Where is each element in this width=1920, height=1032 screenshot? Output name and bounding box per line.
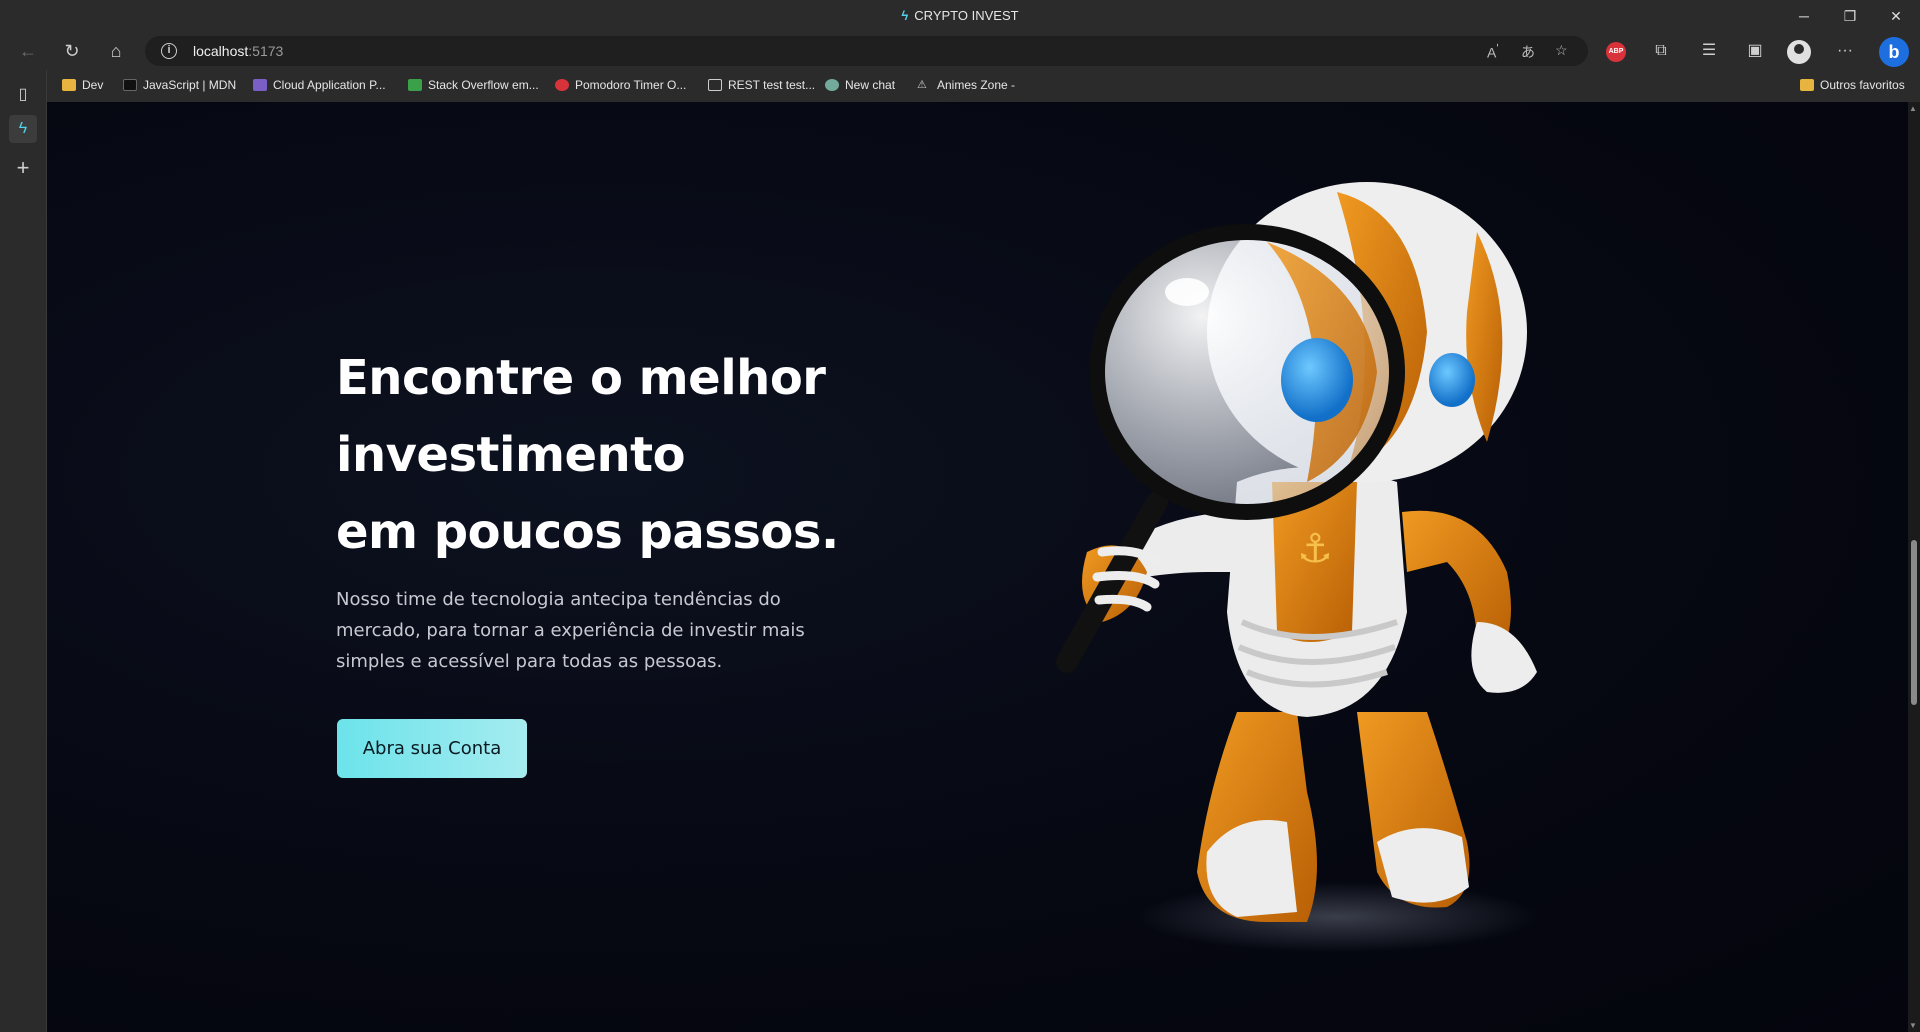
pomodoro-icon bbox=[555, 79, 569, 91]
bing-copilot-icon[interactable]: b bbox=[1879, 37, 1909, 67]
robot-magnifier-illustration: ⚓ bbox=[1056, 182, 1537, 952]
app-favicon-icon: ϟ bbox=[901, 8, 909, 23]
bookmark-dev[interactable]: Dev bbox=[62, 78, 103, 92]
bookmark-heroku[interactable]: Cloud Application P... bbox=[253, 78, 386, 92]
collections-icon[interactable]: ▣ bbox=[1741, 38, 1769, 64]
bookmarks-bar: Dev JavaScript | MDN Cloud Application P… bbox=[55, 70, 1920, 102]
window-titlebar: ϟ CRYPTO INVEST ─ ❐ ✕ bbox=[0, 0, 1920, 32]
scroll-down-icon[interactable]: ▼ bbox=[1909, 1021, 1917, 1030]
url-text[interactable]: localhost:5173 bbox=[193, 43, 283, 59]
bookmark-pomodoro[interactable]: Pomodoro Timer O... bbox=[555, 78, 686, 92]
browser-toolbar: ← ↻ ⌂ i localhost:5173 Aʹ あ ☆ bbox=[0, 32, 1920, 70]
minimize-button[interactable]: ─ bbox=[1784, 4, 1824, 28]
profile-avatar[interactable] bbox=[1787, 40, 1811, 64]
new-tab-icon[interactable]: + bbox=[9, 154, 37, 182]
close-window-button[interactable]: ✕ bbox=[1876, 4, 1916, 28]
restore-button[interactable]: ❐ bbox=[1830, 4, 1870, 28]
more-menu-icon[interactable]: ··· bbox=[1831, 38, 1859, 64]
bookmark-stackoverflow[interactable]: Stack Overflow em... bbox=[408, 78, 539, 92]
bookmark-mdn[interactable]: JavaScript | MDN bbox=[123, 78, 236, 92]
page-icon bbox=[708, 79, 722, 91]
tab-actions-icon[interactable]: ▯ bbox=[9, 81, 37, 109]
svg-text:⚓: ⚓ bbox=[1297, 526, 1333, 572]
reload-button[interactable]: ↻ bbox=[58, 38, 86, 64]
extensions-icon[interactable]: ⧉ bbox=[1647, 38, 1675, 64]
heroku-icon bbox=[253, 79, 267, 91]
scroll-up-icon[interactable]: ▲ bbox=[1909, 104, 1917, 113]
open-account-button[interactable]: Abra sua Conta bbox=[337, 719, 527, 778]
site-info-icon[interactable]: i bbox=[161, 43, 177, 59]
folder-icon bbox=[1800, 79, 1814, 91]
back-button[interactable]: ← bbox=[14, 38, 42, 64]
page-scrollbar[interactable]: ▲ ▼ bbox=[1908, 102, 1920, 1032]
favorites-icon[interactable]: ☰ bbox=[1695, 38, 1723, 64]
bookmark-rest-test[interactable]: REST test test... bbox=[708, 78, 815, 92]
chatgpt-icon bbox=[825, 79, 839, 91]
folder-icon bbox=[62, 79, 76, 91]
address-bar[interactable]: i localhost:5173 Aʹ あ ☆ bbox=[145, 36, 1588, 66]
animes-icon: ⚠ bbox=[917, 79, 927, 91]
scrollbar-thumb[interactable] bbox=[1911, 540, 1917, 705]
hero-title: Encontre o melhor investimento em poucos… bbox=[336, 350, 839, 560]
bookmark-animes-zone[interactable]: ⚠ Animes Zone - bbox=[917, 78, 1015, 92]
window-title: ϟ CRYPTO INVEST bbox=[901, 8, 1019, 23]
bookmark-new-chat[interactable]: New chat bbox=[825, 78, 895, 92]
hero-description: Nosso time de tecnologia antecipa tendên… bbox=[336, 589, 805, 672]
mdn-icon bbox=[123, 79, 137, 91]
tab-crypto-invest[interactable]: ϟ bbox=[9, 115, 37, 143]
vertical-tabs-rail: ▯ ϟ + bbox=[0, 70, 47, 1032]
read-aloud-icon[interactable]: Aʹ bbox=[1487, 42, 1499, 61]
bookmark-other-favorites[interactable]: Outros favoritos bbox=[1800, 78, 1905, 92]
stackoverflow-icon bbox=[408, 79, 422, 91]
translate-icon[interactable]: あ bbox=[1521, 42, 1535, 62]
adblock-extension-icon[interactable]: ABP bbox=[1606, 42, 1626, 62]
home-button[interactable]: ⌂ bbox=[102, 38, 130, 64]
page-viewport: Encontre o melhor investimento em poucos… bbox=[47, 102, 1908, 1032]
add-favorite-icon[interactable]: ☆ bbox=[1555, 42, 1568, 59]
